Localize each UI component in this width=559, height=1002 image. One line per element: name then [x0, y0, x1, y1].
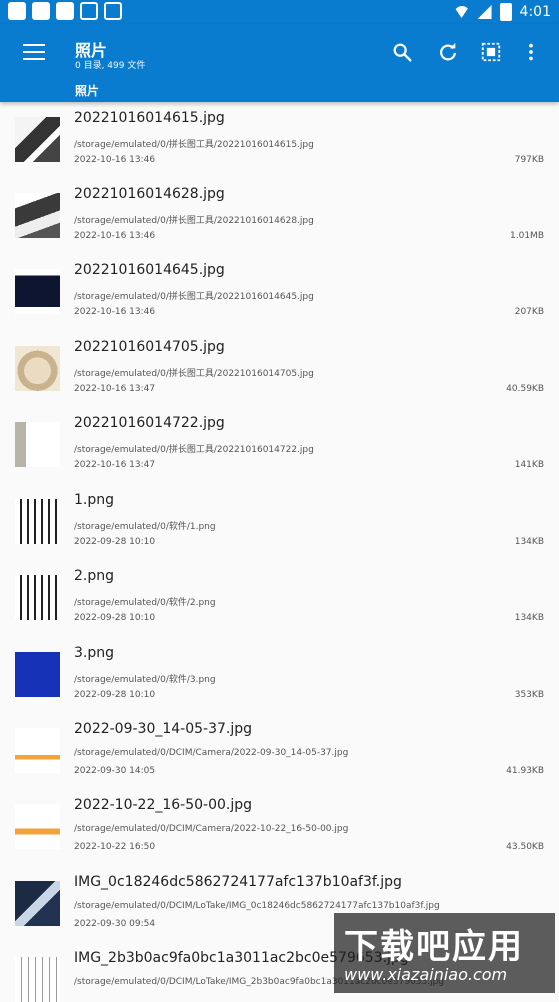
file-path: /storage/emulated/0/拼长图工具/20221016014722… [74, 445, 314, 455]
file-size: 40.59KB [506, 384, 544, 394]
notification-icon [56, 2, 74, 20]
file-date: 2022-09-28 10:10 [74, 613, 156, 623]
file-size: 141KB [514, 460, 544, 470]
status-system: 4:01 [453, 3, 551, 21]
file-name: 20221016014615.jpg [74, 110, 225, 126]
file-date: 2022-09-30 09:54 [74, 919, 156, 929]
file-path: /storage/emulated/0/软件/2.png [74, 598, 216, 608]
file-date: 2022-10-16 13:46 [74, 231, 156, 241]
file-name: 3.png [74, 645, 115, 661]
file-date: 2022-09-28 10:10 [74, 690, 156, 700]
file-name: 2022-09-30_14-05-37.jpg [74, 721, 253, 737]
image-thumbnail [15, 499, 60, 544]
file-name: 20221016014722.jpg [74, 415, 225, 431]
file-date: 2022-10-16 13:47 [74, 384, 156, 394]
file-size: 353KB [514, 690, 544, 700]
battery-icon [499, 3, 512, 21]
status-time: 4:01 [519, 4, 551, 20]
file-path: /storage/emulated/0/DCIM/Camera/2022-10-… [74, 824, 349, 834]
file-name: 20221016014645.jpg [74, 262, 225, 278]
image-thumbnail [15, 575, 60, 620]
file-row[interactable]: 20221016014615.jpg /storage/emulated/0/拼… [0, 106, 559, 182]
file-row[interactable]: 2022-10-22_16-50-00.jpg /storage/emulate… [0, 793, 559, 869]
menu-icon[interactable] [23, 44, 45, 60]
file-date: 2022-10-16 13:46 [74, 155, 156, 165]
file-name: 1.png [74, 492, 115, 508]
image-thumbnail [15, 117, 60, 162]
notification-icon [8, 2, 26, 20]
watermark-logo: 下载吧应用 [344, 927, 524, 967]
file-size: 1.01MB [510, 231, 544, 241]
file-path: /storage/emulated/0/拼长图工具/20221016014628… [74, 216, 314, 226]
file-path: /storage/emulated/0/拼长图工具/20221016014705… [74, 369, 314, 379]
file-path: /storage/emulated/0/软件/1.png [74, 522, 216, 532]
notification-icon [32, 2, 50, 20]
file-path: /storage/emulated/0/DCIM/Camera/2022-09-… [74, 748, 349, 758]
folder-summary: 0 目录, 499 文件 [75, 61, 146, 71]
breadcrumb[interactable]: 照片 [75, 82, 99, 99]
file-row[interactable]: 2.png /storage/emulated/0/软件/2.png 2022-… [0, 564, 559, 640]
select-all-icon[interactable] [480, 41, 502, 63]
image-thumbnail [15, 652, 60, 697]
file-name: IMG_0c18246dc5862724177afc137b10af3f.jpg [74, 874, 402, 890]
file-date: 2022-10-16 13:47 [74, 460, 156, 470]
notification-icon [80, 2, 98, 20]
file-path: /storage/emulated/0/拼长图工具/20221016014615… [74, 140, 314, 150]
file-row[interactable]: 20221016014645.jpg /storage/emulated/0/拼… [0, 258, 559, 334]
file-size: 41.93KB [506, 766, 544, 776]
image-thumbnail [15, 804, 60, 849]
file-size: 134KB [514, 537, 544, 547]
file-row[interactable]: 2022-09-30_14-05-37.jpg /storage/emulate… [0, 717, 559, 793]
file-date: 2022-09-28 10:10 [74, 537, 156, 547]
file-size: 797KB [514, 155, 544, 165]
file-path: /storage/emulated/0/DCIM/LoTake/IMG_0c18… [74, 901, 440, 911]
file-row[interactable]: 3.png /storage/emulated/0/软件/3.png 2022-… [0, 641, 559, 717]
watermark-url: www.xiazainiao.com [344, 965, 508, 984]
file-size: 134KB [514, 613, 544, 623]
file-row[interactable]: 20221016014705.jpg /storage/emulated/0/拼… [0, 335, 559, 411]
search-icon[interactable] [391, 41, 413, 63]
image-thumbnail [15, 881, 60, 926]
app-bar: 照片 0 目录, 499 文件 照片 [0, 24, 559, 102]
file-name: 2022-10-22_16-50-00.jpg [74, 797, 253, 813]
file-path: /storage/emulated/0/拼长图工具/20221016014645… [74, 292, 314, 302]
file-name: 2.png [74, 568, 115, 584]
file-name: 20221016014628.jpg [74, 186, 225, 202]
file-size: 207KB [514, 307, 544, 317]
image-thumbnail [15, 346, 60, 391]
file-name: 20221016014705.jpg [74, 339, 225, 355]
file-date: 2022-10-22 16:50 [74, 842, 156, 852]
image-thumbnail [15, 422, 60, 467]
file-row[interactable]: 20221016014628.jpg /storage/emulated/0/拼… [0, 182, 559, 258]
watermark: 下载吧应用 www.xiazainiao.com [334, 913, 555, 993]
file-path: /storage/emulated/0/软件/3.png [74, 675, 216, 685]
refresh-icon[interactable] [437, 41, 459, 63]
file-date: 2022-10-16 13:46 [74, 307, 156, 317]
image-thumbnail [15, 269, 60, 314]
file-row[interactable]: 1.png /storage/emulated/0/软件/1.png 2022-… [0, 488, 559, 564]
status-bar: 4:01 [0, 0, 559, 24]
signal-icon [477, 5, 492, 19]
wifi-icon [453, 6, 470, 18]
image-thumbnail [15, 193, 60, 238]
image-thumbnail [15, 728, 60, 773]
notification-icon [104, 2, 122, 20]
image-thumbnail [15, 957, 60, 1002]
file-date: 2022-09-30 14:05 [74, 766, 156, 776]
status-notifications [8, 2, 122, 20]
file-row[interactable]: 20221016014722.jpg /storage/emulated/0/拼… [0, 411, 559, 487]
file-size: 43.50KB [506, 842, 544, 852]
more-vert-icon[interactable] [520, 41, 542, 63]
